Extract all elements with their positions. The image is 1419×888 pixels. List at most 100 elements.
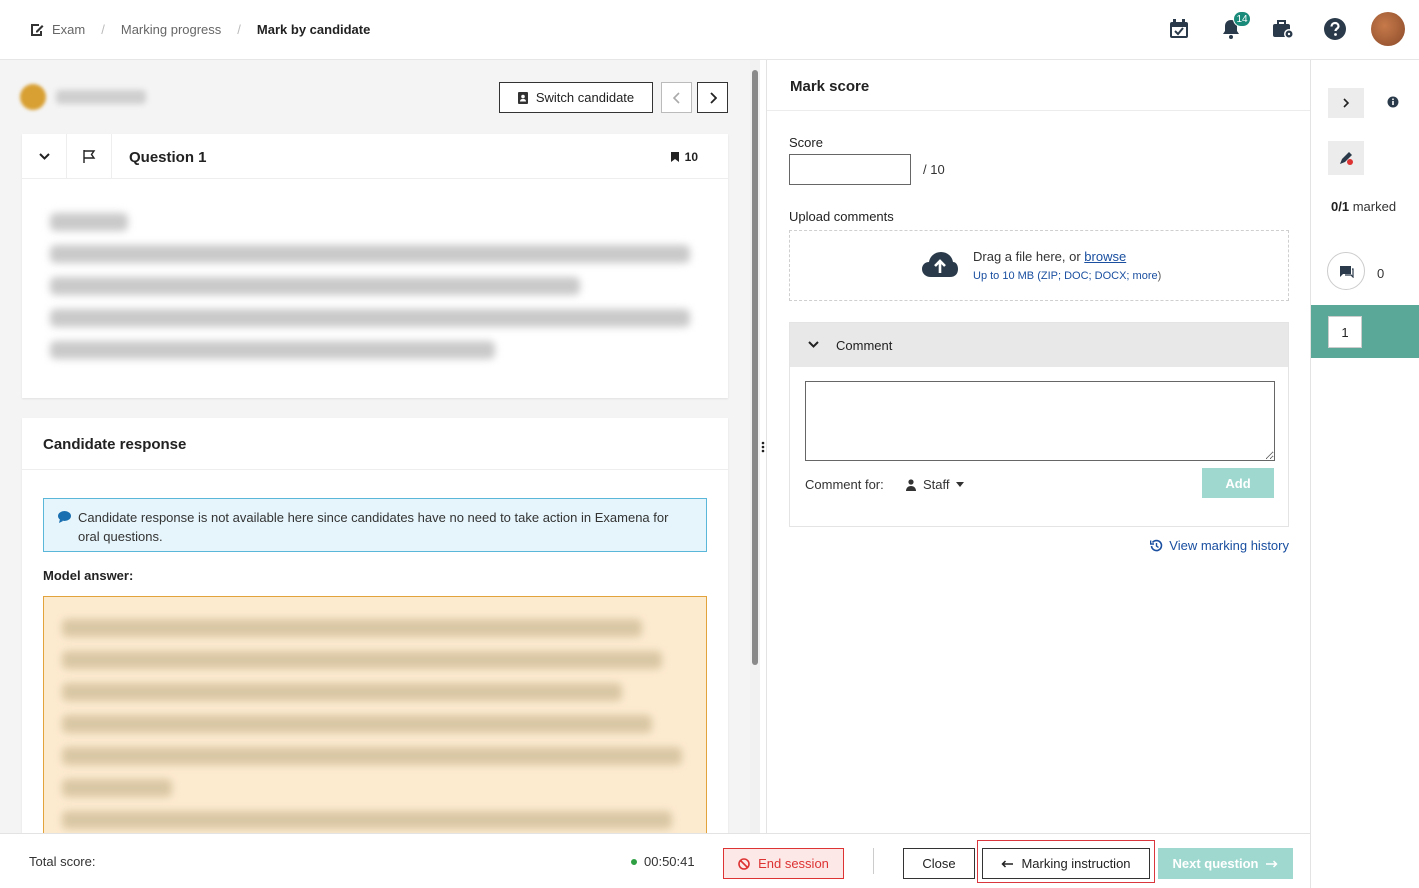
collapse-question-button[interactable] [22, 134, 67, 179]
resize-handle[interactable] [760, 438, 766, 456]
caret-down-icon [955, 482, 964, 487]
exam-icon [30, 23, 44, 36]
arrow-right-icon [1266, 859, 1279, 868]
comments-filter-button[interactable] [1327, 252, 1365, 290]
score-input[interactable] [789, 154, 911, 185]
question-header: Question 1 10 [22, 134, 728, 179]
model-answer-box [43, 596, 707, 833]
comment-for-value: Staff [923, 477, 950, 492]
comment-for-dropdown[interactable]: Staff [905, 477, 964, 492]
status-dot-icon [631, 858, 637, 865]
add-comment-button[interactable]: Add [1202, 468, 1274, 498]
candidate-response-title: Candidate response [43, 436, 187, 453]
breadcrumb-current: Mark by candidate [256, 22, 371, 37]
comment-for-label: Comment for: [805, 477, 884, 492]
end-session-label: End session [758, 856, 829, 871]
model-answer-label: Model answer: [43, 568, 134, 583]
upload-instruction: Drag a file here, or browse [973, 249, 1126, 264]
contact-card-icon [517, 91, 528, 104]
switch-candidate-button[interactable]: Switch candidate [499, 82, 653, 113]
switch-candidate-label: Switch candidate [535, 90, 635, 105]
upload-comments-label: Upload comments [789, 209, 894, 224]
marked-count: 0/1 [1331, 199, 1350, 214]
breadcrumb-exam[interactable]: Exam [52, 22, 85, 37]
question-marks: 10 [670, 150, 698, 164]
browse-link[interactable]: browse [1084, 249, 1126, 264]
question-card: Question 1 10 [22, 134, 728, 398]
upload-dropzone[interactable]: Drag a file here, or browse Up to 10 MB … [789, 230, 1289, 301]
upload-hint: Up to 10 MB (ZIP; DOC; DOCX; more) [973, 270, 1161, 282]
candidate-avatar [20, 84, 46, 110]
chevron-down-icon [38, 153, 50, 160]
mark-score-panel: Mark score Score / 10 Upload comments Dr… [767, 60, 1310, 833]
question-content-redacted [22, 179, 728, 359]
response-info-box: Candidate response is not available here… [43, 498, 707, 552]
bell-icon[interactable]: 14 [1215, 11, 1251, 45]
breadcrumb-marking-progress[interactable]: Marking progress [121, 22, 221, 37]
info-icon[interactable] [1387, 96, 1399, 108]
end-session-button[interactable]: End session [723, 848, 844, 879]
top-bar: Exam / Marking progress / Mark by candid… [0, 0, 1419, 60]
comment-header-toggle[interactable]: Comment [790, 323, 1288, 367]
comment-section: Comment Comment for: Staff Add [789, 322, 1289, 527]
question-marks-value: 10 [684, 150, 698, 164]
comment-textarea[interactable] [805, 381, 1275, 461]
user-tie-icon [905, 478, 917, 491]
marking-instruction-button[interactable]: Marking instruction [982, 848, 1150, 879]
arrow-left-icon [1001, 859, 1014, 868]
calendar-check-icon[interactable] [1163, 13, 1195, 45]
question-title: Question 1 [129, 149, 207, 166]
pen-marker-icon [1338, 150, 1354, 166]
response-info-text: Candidate response is not available here… [78, 510, 669, 544]
question-number-button[interactable]: 1 [1328, 316, 1362, 348]
question-panel: Switch candidate Question 1 10 Candidate… [0, 60, 750, 833]
briefcase-settings-icon[interactable] [1267, 13, 1299, 45]
comment-icon [1339, 265, 1354, 278]
chevron-left-icon [672, 91, 681, 104]
upload-hint-end: ) [1157, 270, 1162, 282]
question-navigator: 0/1 marked 0 1 [1310, 60, 1419, 888]
more-formats-link[interactable]: more [1133, 270, 1158, 282]
view-marking-history-link[interactable]: View marking history [1150, 538, 1289, 553]
previous-candidate-button[interactable] [661, 82, 692, 113]
session-timer: 00:50:41 [631, 854, 695, 869]
breadcrumb-separator: / [101, 22, 105, 37]
timer-value: 00:50:41 [644, 854, 695, 869]
comment-count: 0 [1377, 266, 1385, 281]
marker-tool-button[interactable] [1328, 141, 1364, 175]
close-button[interactable]: Close [903, 848, 975, 879]
question-panel-scrollbar[interactable] [750, 60, 760, 833]
score-label: Score [789, 135, 823, 150]
chevron-right-icon [709, 91, 717, 104]
breadcrumb-separator: / [237, 22, 241, 37]
mark-score-title: Mark score [790, 78, 870, 95]
flag-question-button[interactable] [67, 134, 112, 179]
marked-label: marked [1352, 199, 1397, 214]
view-marking-history-label: View marking history [1169, 538, 1289, 553]
score-max: / 10 [923, 162, 945, 177]
footer-separator [873, 848, 874, 874]
candidate-bar: Switch candidate [20, 82, 728, 114]
scrollbar-thumb[interactable] [752, 70, 758, 665]
expand-panel-button[interactable] [1328, 88, 1364, 118]
history-icon [1150, 539, 1163, 552]
notification-badge: 14 [1233, 11, 1251, 27]
upload-hint-text: Up to 10 MB (ZIP; DOC; DOCX; [973, 270, 1130, 282]
chevron-down-icon [808, 341, 819, 348]
breadcrumb: Exam / Marking progress / Mark by candid… [30, 22, 370, 37]
total-score-label: Total score: [29, 854, 96, 869]
ban-icon [738, 857, 750, 870]
user-avatar[interactable] [1371, 12, 1405, 46]
next-question-button[interactable]: Next question [1158, 848, 1293, 879]
help-icon[interactable] [1319, 13, 1351, 45]
footer-bar: Total score: 00:50:41 End session Close … [0, 833, 1310, 888]
cloud-upload-icon [921, 251, 959, 279]
next-question-label: Next question [1172, 856, 1259, 871]
chat-bubble-icon [58, 511, 71, 523]
candidate-name-redacted [56, 90, 146, 104]
next-candidate-button[interactable] [697, 82, 728, 113]
flag-icon [82, 149, 97, 164]
chevron-right-icon [1342, 98, 1350, 108]
marked-progress: 0/1 marked [1331, 199, 1396, 214]
question-list: 1 [1311, 305, 1419, 358]
